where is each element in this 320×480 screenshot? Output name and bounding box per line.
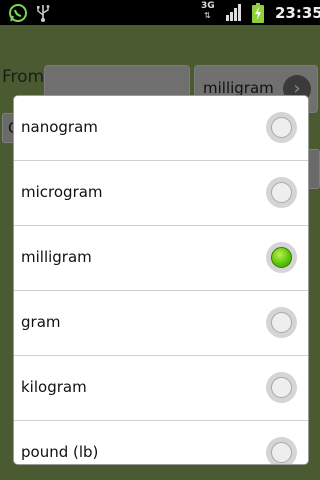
- radio-button[interactable]: [266, 437, 297, 464]
- whatsapp-icon: [9, 4, 27, 22]
- unit-option-gram[interactable]: gram: [14, 291, 308, 356]
- radio-button[interactable]: [266, 177, 297, 208]
- usb-icon: [37, 5, 50, 22]
- unit-option-nanogram[interactable]: nanogram: [14, 96, 308, 161]
- clock: 23:35: [275, 4, 320, 22]
- unit-option-milligram[interactable]: milligram: [14, 226, 308, 291]
- status-bar: 3G ⇅ 23:35: [0, 0, 320, 25]
- unit-option-pound[interactable]: pound (lb): [14, 421, 308, 464]
- battery-charging-icon: [252, 3, 264, 23]
- unit-option-label: milligram: [21, 248, 92, 266]
- unit-option-label: gram: [21, 313, 61, 331]
- unit-option-microgram[interactable]: microgram: [14, 161, 308, 226]
- signal-icon: [226, 4, 241, 21]
- radio-button[interactable]: [266, 372, 297, 403]
- unit-option-kilogram[interactable]: kilogram: [14, 356, 308, 421]
- unit-option-label: nanogram: [21, 118, 98, 136]
- data-activity-icon: ⇅: [204, 11, 211, 20]
- unit-option-label: microgram: [21, 183, 103, 201]
- radio-button-selected[interactable]: [266, 242, 297, 273]
- radio-button[interactable]: [266, 112, 297, 143]
- from-unit-value: milligram: [203, 79, 274, 97]
- from-label: From: [2, 67, 45, 87]
- network-type-label: 3G: [201, 1, 215, 11]
- right-button[interactable]: [306, 149, 320, 189]
- unit-option-label: kilogram: [21, 378, 87, 396]
- unit-option-label: pound (lb): [21, 443, 99, 461]
- radio-button[interactable]: [266, 307, 297, 338]
- unit-picker-dialog: nanogram microgram milligram gram kilogr…: [14, 96, 308, 464]
